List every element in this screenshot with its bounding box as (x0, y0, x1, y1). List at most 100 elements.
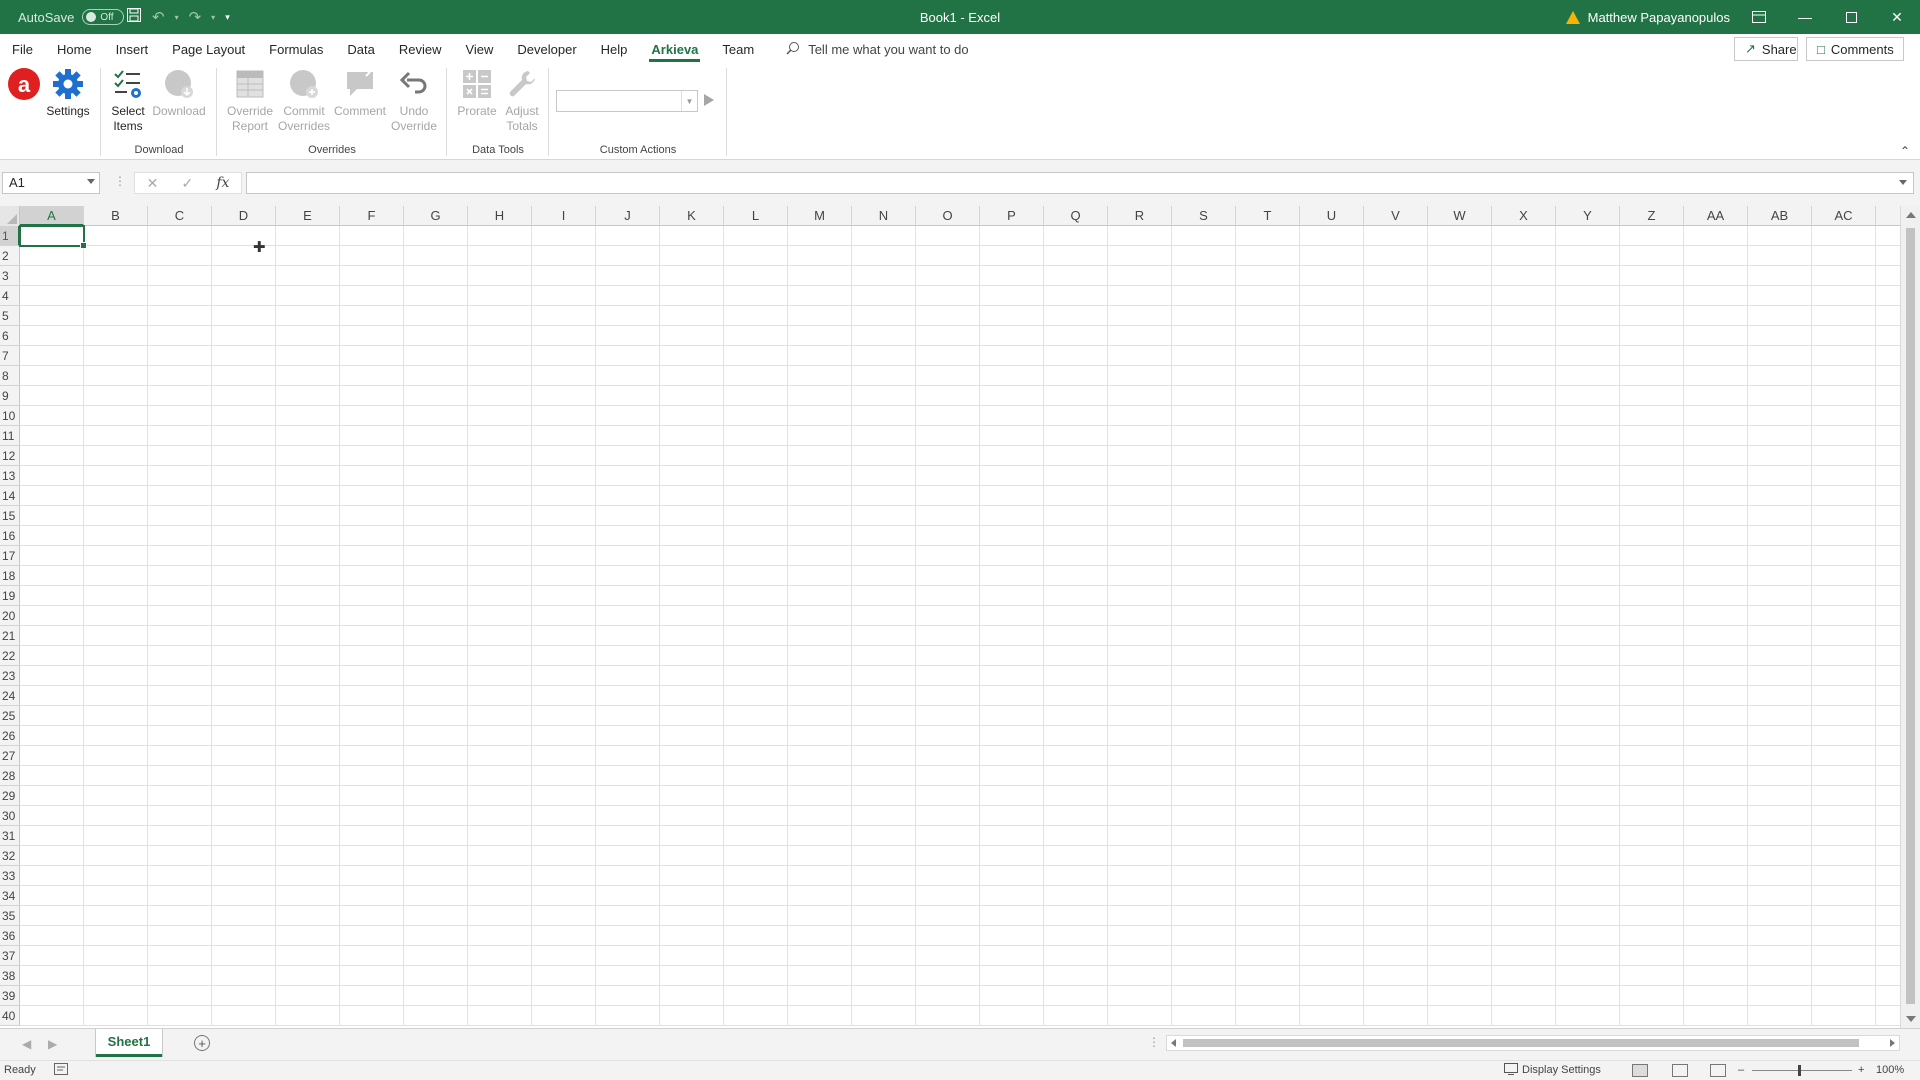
save-icon[interactable] (126, 7, 142, 27)
column-header[interactable]: AA (1684, 206, 1748, 226)
column-header[interactable]: U (1300, 206, 1364, 226)
formula-bar-grip-icon[interactable]: ⋮ (114, 174, 126, 188)
column-header[interactable]: I (532, 206, 596, 226)
override-report-button[interactable]: Override Report (224, 66, 276, 134)
page-layout-view-icon[interactable] (1672, 1064, 1688, 1077)
row-header[interactable]: 5 (0, 306, 20, 326)
tab-arkieva[interactable]: Arkieva (639, 34, 710, 64)
row-header[interactable]: 18 (0, 566, 20, 586)
zoom-slider[interactable] (1752, 1070, 1852, 1071)
column-header[interactable]: Q (1044, 206, 1108, 226)
row-header[interactable]: 35 (0, 906, 20, 926)
custom-actions-dropdown[interactable]: ▼ (556, 90, 698, 112)
row-header[interactable]: 11 (0, 426, 20, 446)
row-header[interactable]: 10 (0, 406, 20, 426)
comment-button[interactable]: Comment (332, 66, 388, 119)
undo-override-button[interactable]: Undo Override (388, 66, 440, 134)
maximize-icon[interactable] (1828, 0, 1874, 34)
autosave[interactable]: AutoSave Off (18, 0, 125, 34)
customize-qat-icon[interactable]: ▾ (225, 12, 230, 23)
cell-area[interactable] (20, 226, 1900, 1026)
comments-button[interactable]: □ Comments (1806, 37, 1904, 61)
row-header[interactable]: 39 (0, 986, 20, 1006)
column-header[interactable]: L (724, 206, 788, 226)
tab-help[interactable]: Help (589, 34, 640, 64)
cancel-icon[interactable]: ✕ (147, 175, 159, 192)
tab-insert[interactable]: Insert (104, 34, 161, 64)
column-header[interactable]: P (980, 206, 1044, 226)
tab-team[interactable]: Team (710, 34, 766, 64)
vertical-scrollbar[interactable] (1900, 206, 1920, 1028)
tab-developer[interactable]: Developer (505, 34, 588, 64)
column-header[interactable]: H (468, 206, 532, 226)
undo-icon[interactable]: ↶ (152, 8, 165, 26)
row-header[interactable]: 8 (0, 366, 20, 386)
minimize-icon[interactable]: — (1782, 0, 1828, 34)
row-header[interactable]: 17 (0, 546, 20, 566)
adjust-totals-button[interactable]: Adjust Totals (500, 66, 544, 134)
row-header[interactable]: 23 (0, 666, 20, 686)
add-sheet-icon[interactable]: + (194, 1035, 210, 1051)
settings-button[interactable]: Settings (46, 66, 90, 119)
page-break-view-icon[interactable] (1710, 1064, 1726, 1077)
name-box-dropdown-icon[interactable] (87, 179, 95, 184)
row-header[interactable]: 12 (0, 446, 20, 466)
row-header[interactable]: 6 (0, 326, 20, 346)
tell-me-search[interactable]: Tell me what you want to do (786, 41, 969, 58)
ribbon-display-options-icon[interactable] (1736, 0, 1782, 34)
row-header[interactable]: 3 (0, 266, 20, 286)
scroll-left-icon[interactable] (1171, 1039, 1176, 1047)
row-header[interactable]: 38 (0, 966, 20, 986)
row-header[interactable]: 7 (0, 346, 20, 366)
tab-formulas[interactable]: Formulas (257, 34, 335, 64)
column-header[interactable]: C (148, 206, 212, 226)
column-header[interactable]: M (788, 206, 852, 226)
tab-page-layout[interactable]: Page Layout (160, 34, 257, 64)
select-items-button[interactable]: Select Items (108, 66, 148, 134)
active-cell-a1[interactable] (19, 225, 87, 249)
column-header[interactable]: Z (1620, 206, 1684, 226)
row-header[interactable]: 37 (0, 946, 20, 966)
display-settings-label[interactable]: Display Settings (1522, 1064, 1601, 1076)
column-header[interactable]: AC (1812, 206, 1876, 226)
formula-input[interactable] (246, 172, 1914, 194)
row-header[interactable]: 31 (0, 826, 20, 846)
close-icon[interactable]: ✕ (1874, 0, 1920, 34)
column-header[interactable]: O (916, 206, 980, 226)
zoom-in-icon[interactable]: + (1858, 1064, 1864, 1076)
autosave-toggle[interactable]: Off (82, 9, 125, 25)
row-header[interactable]: 25 (0, 706, 20, 726)
redo-dropdown-icon[interactable]: ▾ (211, 13, 215, 22)
download-button[interactable]: Download (150, 66, 208, 119)
row-header[interactable]: 1 (0, 226, 20, 246)
column-header[interactable]: G (404, 206, 468, 226)
row-header[interactable]: 2 (0, 246, 20, 266)
normal-view-icon[interactable] (1632, 1064, 1648, 1077)
commit-overrides-button[interactable]: Commit Overrides (278, 66, 330, 134)
column-header[interactable]: A (20, 206, 84, 226)
scroll-down-icon[interactable] (1906, 1016, 1916, 1022)
row-header[interactable]: 21 (0, 626, 20, 646)
account[interactable]: Matthew Papayanopulos (1565, 0, 1730, 34)
tab-data[interactable]: Data (335, 34, 386, 64)
macro-record-icon[interactable] (54, 1063, 68, 1078)
row-header[interactable]: 40 (0, 1006, 20, 1026)
column-header[interactable]: AB (1748, 206, 1812, 226)
row-header[interactable]: 16 (0, 526, 20, 546)
row-header[interactable]: 9 (0, 386, 20, 406)
row-header[interactable]: 24 (0, 686, 20, 706)
undo-dropdown-icon[interactable]: ▾ (175, 13, 179, 22)
row-header[interactable]: 33 (0, 866, 20, 886)
tab-review[interactable]: Review (387, 34, 454, 64)
split-grip-icon[interactable]: ⋮ (1148, 1035, 1160, 1049)
zoom-slider-thumb[interactable] (1798, 1065, 1801, 1076)
row-header[interactable]: 26 (0, 726, 20, 746)
scroll-up-icon[interactable] (1906, 212, 1916, 218)
share-button[interactable]: ↗ Share (1734, 37, 1798, 61)
sheet-tab-sheet1[interactable]: Sheet1 (96, 1029, 162, 1057)
horizontal-scroll-thumb[interactable] (1183, 1039, 1859, 1047)
collapse-ribbon-icon[interactable]: ⌃ (1900, 144, 1910, 158)
column-header[interactable]: S (1172, 206, 1236, 226)
prorate-button[interactable]: Prorate (452, 66, 502, 119)
row-header[interactable]: 28 (0, 766, 20, 786)
